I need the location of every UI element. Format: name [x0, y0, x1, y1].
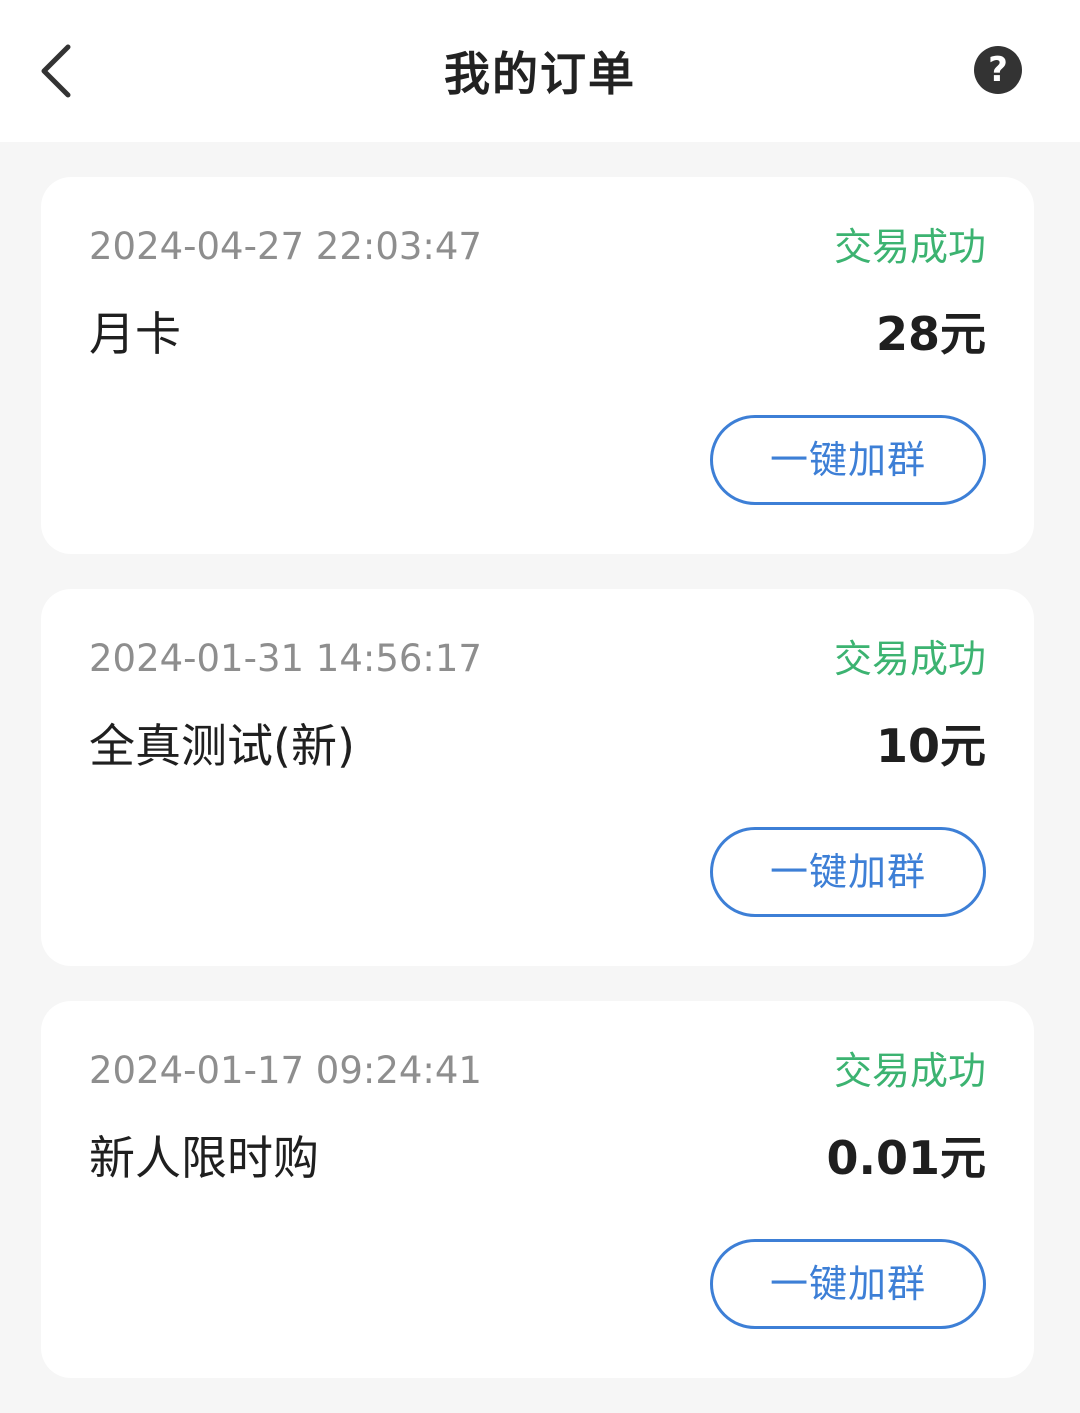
- order-name: 月卡: [89, 307, 181, 361]
- order-time: 2024-01-17 09:24:41: [89, 1049, 482, 1092]
- join-group-button[interactable]: 一键加群: [710, 415, 986, 505]
- order-card: 2024-01-17 09:24:41 交易成功 新人限时购 0.01元 一键加…: [41, 1001, 1034, 1378]
- order-time: 2024-04-27 22:03:47: [89, 225, 482, 268]
- order-price: 0.01元: [826, 1131, 987, 1185]
- question-circle-icon: ?: [988, 50, 1008, 90]
- order-time: 2024-01-31 14:56:17: [89, 637, 482, 680]
- page-title: 我的订单: [444, 47, 636, 101]
- join-group-button[interactable]: 一键加群: [710, 1239, 986, 1329]
- join-group-button[interactable]: 一键加群: [710, 827, 986, 917]
- order-status: 交易成功: [833, 637, 986, 681]
- order-card: 2024-01-31 14:56:17 交易成功 全真测试(新) 10元 一键加…: [41, 589, 1034, 966]
- order-list: 2024-04-27 22:03:47 交易成功 月卡 28元 一键加群 202…: [41, 177, 1034, 1413]
- order-status: 交易成功: [833, 225, 986, 269]
- order-card: 2024-04-27 22:03:47 交易成功 月卡 28元 一键加群: [41, 177, 1034, 554]
- order-status: 交易成功: [833, 1049, 986, 1093]
- order-name: 全真测试(新): [89, 719, 355, 773]
- top-bar: 我的订单 ?: [0, 0, 1080, 142]
- order-price: 28元: [875, 307, 986, 361]
- help-button[interactable]: ?: [974, 46, 1022, 94]
- order-name: 新人限时购: [89, 1131, 319, 1185]
- order-price: 10元: [875, 719, 986, 773]
